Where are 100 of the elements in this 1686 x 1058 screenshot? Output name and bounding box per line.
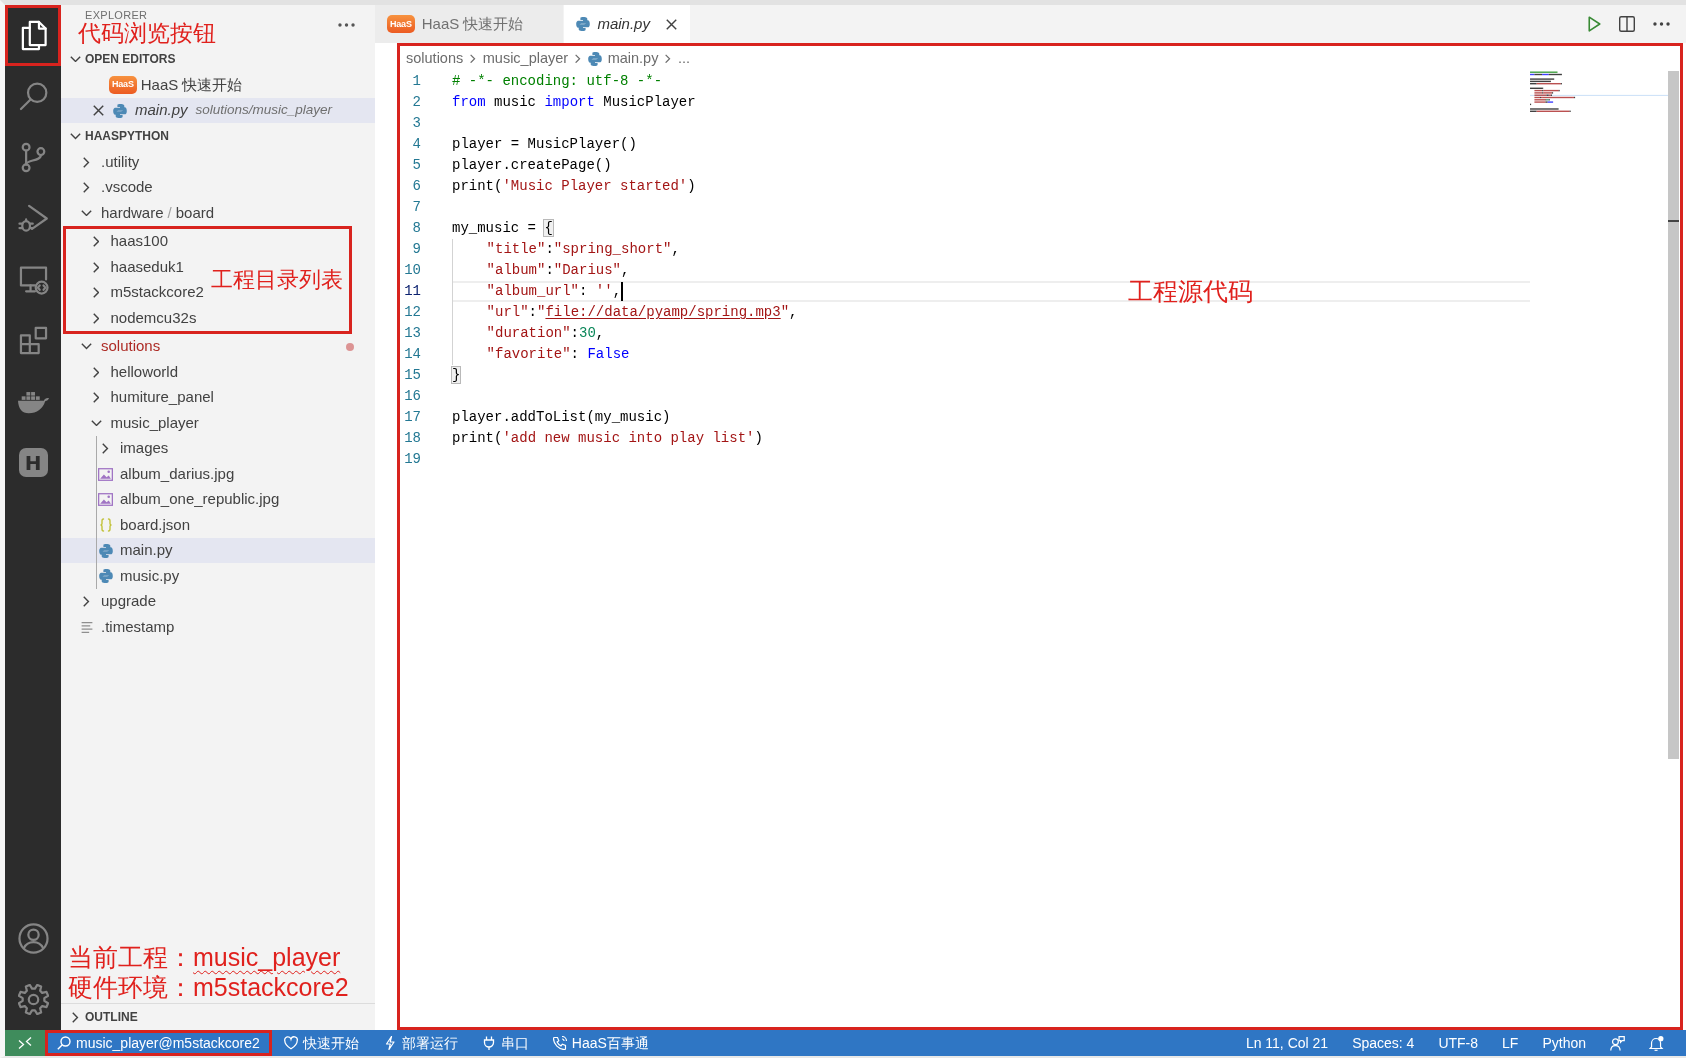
text-cursor: [621, 282, 624, 301]
annotation-label: 工程源代码: [1128, 278, 1253, 304]
code-line: "duration":30,: [486, 324, 605, 343]
line-number: 13: [403, 324, 422, 343]
code-line: "title":"spring_short",: [486, 240, 680, 259]
line-number: 17: [403, 408, 422, 427]
annotation-note: 硬件环境：m5stackcore2: [68, 972, 350, 1002]
split-editor-icon[interactable]: [1619, 16, 1635, 32]
tree-item[interactable]: solutions: [61, 333, 375, 360]
haas-button[interactable]: H: [5, 432, 61, 493]
line-number: 19: [403, 450, 422, 469]
gear-icon: [17, 984, 49, 1015]
status-item[interactable]: Spaces: 4: [1340, 1030, 1427, 1056]
code-line: player = MusicPlayer(): [452, 135, 637, 154]
tree-item[interactable]: music_player: [61, 410, 375, 436]
run-icon[interactable]: [1588, 16, 1601, 32]
tree-item[interactable]: upgrade: [61, 588, 375, 615]
status-item[interactable]: LF: [1490, 1030, 1531, 1056]
code-line: "album":"Darius",: [486, 261, 630, 280]
more-icon[interactable]: [1653, 22, 1670, 26]
editor-tab[interactable]: HaaS HaaS 快速开始: [375, 5, 565, 43]
annotation-label: 工程目录列表: [211, 266, 343, 293]
tree-item[interactable]: board.json: [61, 512, 375, 538]
heart-icon: [283, 1036, 298, 1050]
sidebar-title: EXPLORER: [85, 8, 149, 21]
open-editor-item[interactable]: HaaS HaaS 快速开始: [61, 72, 375, 98]
tree-item[interactable]: humiture_panel: [61, 384, 375, 411]
blocks-icon: [17, 325, 49, 356]
status-item[interactable]: UTF-8: [1426, 1030, 1491, 1056]
explorer-button[interactable]: [5, 5, 61, 66]
tree-item[interactable]: hardware / board: [61, 200, 375, 226]
project-status-item[interactable]: music_player@m5stackcore2: [45, 1030, 272, 1056]
code-line: "favorite": False: [486, 345, 630, 364]
annotation-note: 当前工程：music_player: [68, 942, 342, 972]
close-icon[interactable]: [666, 18, 678, 30]
code-line: my_music = {: [452, 219, 553, 238]
deploy-status-item[interactable]: 部署运行: [370, 1030, 470, 1056]
picture-icon: [98, 493, 113, 507]
status-item[interactable]: Ln 11, Col 21: [1233, 1030, 1341, 1056]
line-number: 1: [411, 72, 422, 91]
code-line: print('Music Player started'): [452, 177, 696, 196]
section-header[interactable]: OUTLINE: [61, 1004, 375, 1030]
chevron-right-icon: [470, 53, 476, 64]
chevron-right-icon: [665, 53, 671, 64]
tree-item[interactable]: haas100: [66, 228, 205, 255]
section-header[interactable]: HAASPYTHON: [61, 123, 375, 150]
scrollbar-thumb[interactable]: [1668, 71, 1679, 759]
python-icon: [98, 569, 113, 584]
chevron-right-icon: [575, 53, 581, 64]
search-icon: [57, 1036, 71, 1050]
plug-icon: [481, 1036, 496, 1050]
quickstart-status-item[interactable]: 快速开始: [271, 1030, 371, 1056]
section-header[interactable]: OPEN EDITORS: [61, 46, 375, 72]
line-number: 11: [403, 282, 422, 301]
close-icon[interactable]: [92, 105, 104, 117]
line-number: 4: [411, 135, 422, 154]
line-number: 3: [411, 114, 422, 133]
breadcrumb-item[interactable]: ...: [677, 47, 691, 70]
breadcrumb-item[interactable]: solutions: [406, 47, 464, 70]
editor-tab[interactable]: main.py: [564, 5, 691, 43]
line-number: 16: [403, 387, 422, 406]
tree-item[interactable]: .timestamp: [61, 614, 375, 640]
tree-item[interactable]: m5stackcore2: [66, 279, 205, 306]
python-icon: [98, 543, 113, 558]
feedback-icon[interactable]: [1610, 1035, 1625, 1051]
remote-button[interactable]: [5, 1030, 45, 1056]
tree-item[interactable]: helloworld: [61, 359, 375, 385]
breadcrumb-item[interactable]: main.py: [587, 47, 659, 70]
app-logo: HaaS: [109, 75, 137, 94]
line-number: 18: [403, 429, 422, 448]
person-icon: [17, 923, 49, 954]
line-number: 5: [411, 156, 422, 175]
play-bug-icon: [17, 203, 49, 234]
line-number: 9: [411, 240, 422, 259]
more-icon[interactable]: [338, 23, 355, 27]
code-line: # -*- encoding: utf-8 -*-: [452, 72, 663, 91]
letter-tile-icon: H: [18, 448, 48, 477]
serial-status-item[interactable]: 串口: [469, 1030, 541, 1056]
braces-icon: [99, 518, 112, 533]
tree-item[interactable]: haaseduk1: [66, 254, 205, 280]
tree-item[interactable]: .utility: [61, 149, 375, 175]
tree-item[interactable]: images: [61, 435, 375, 462]
tree-item[interactable]: main.py: [61, 537, 375, 564]
remote-icon: [18, 1036, 32, 1050]
tree-item[interactable]: album_one_republic.jpg: [61, 486, 375, 513]
annotation-label: 代码浏览按钮: [78, 21, 216, 46]
tree-item[interactable]: nodemcu32s: [66, 305, 205, 331]
status-item[interactable]: Python: [1530, 1030, 1598, 1056]
code-line: print('add new music into play list'): [452, 429, 763, 448]
breadcrumb-item[interactable]: music_player: [482, 47, 569, 70]
tree-item[interactable]: music.py: [61, 563, 375, 589]
line-number: 2: [411, 93, 422, 112]
line-number: 12: [403, 303, 422, 322]
open-editor-item[interactable]: main.py solutions/music_player: [61, 97, 375, 124]
assistant-status-item[interactable]: HaaS百事通: [540, 1030, 661, 1056]
phone-icon: [552, 1036, 567, 1050]
monitor-icon: [17, 264, 49, 295]
code-line: player.createPage(): [452, 156, 612, 175]
tree-item[interactable]: .vscode: [61, 174, 375, 201]
tree-item[interactable]: album_darius.jpg: [61, 461, 375, 487]
